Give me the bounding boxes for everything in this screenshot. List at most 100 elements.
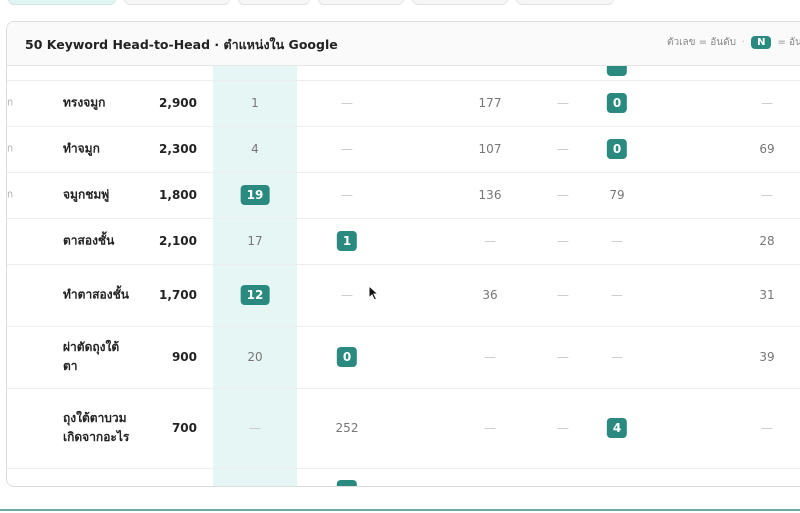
- bottom-divider: [0, 509, 800, 511]
- cell-rank-4-value: —: [557, 421, 569, 435]
- cell-rank-3: 136: [479, 188, 502, 202]
- tab[interactable]: [238, 0, 310, 5]
- cell-rank-2: —: [341, 188, 353, 202]
- cell-rank-4-value: —: [557, 142, 569, 156]
- legend-key-badge: N: [751, 36, 772, 49]
- table-row-partial: [7, 468, 800, 486]
- cell-rank-1: 20: [247, 350, 262, 364]
- cell-rank-5-value: 4: [606, 418, 628, 438]
- legend-separator: ·: [741, 37, 746, 48]
- cell-keyword: ถุงใต้ตาบวมเกิดจากอะไร: [63, 409, 133, 447]
- cell-rank-4: —: [557, 234, 569, 248]
- cell-rank-5: 0: [606, 139, 628, 159]
- cell-rank-1: 4: [251, 142, 259, 156]
- cell-rank-2-value: 1: [336, 231, 358, 251]
- cell-keyword: จมูกชมพู่: [63, 186, 133, 205]
- cell-rank-3: —: [484, 421, 496, 435]
- legend-key-text: = อันดับดีสุ: [777, 37, 800, 48]
- cell-rank-4: —: [557, 96, 569, 110]
- cell-rank-4: —: [557, 188, 569, 202]
- tab[interactable]: [412, 0, 508, 5]
- table-row[interactable]: ทำตาสองชั้น 1,700 12 — 36 — — 31: [7, 264, 800, 327]
- cell-rank-1: 19: [240, 185, 270, 205]
- tab[interactable]: [318, 0, 404, 5]
- table-row[interactable]: ถุงใต้ตาบวมเกิดจากอะไร 700 — 252 — — 4 —: [7, 388, 800, 469]
- cell-rank-6-value: —: [761, 96, 773, 110]
- card-header: 50 Keyword Head-to-Head · ตำแหน่งใน Goog…: [7, 22, 800, 66]
- cell-rank-1: 17: [247, 234, 262, 248]
- cell-volume-value: 1,800: [159, 188, 197, 202]
- cell-rank-2: —: [341, 288, 353, 302]
- cell-rank-3: —: [484, 350, 496, 364]
- cell-rank-6-value: 31: [759, 288, 775, 302]
- cell-rank-6-value: 28: [759, 234, 775, 248]
- cell-rank-4-value: —: [557, 188, 569, 202]
- cell-rank-5: —: [611, 288, 623, 302]
- tab[interactable]: [516, 0, 614, 5]
- cell-rank-4: —: [557, 142, 569, 156]
- tab-active[interactable]: [8, 0, 116, 5]
- cell-rank-1-value: 19: [240, 185, 270, 205]
- cell-rank-1-value: 17: [247, 234, 263, 248]
- cell-edge: ก: [7, 142, 13, 157]
- tab[interactable]: [124, 0, 230, 5]
- cell-rank-4-value: —: [557, 288, 569, 302]
- cell-volume: 2,900: [159, 96, 197, 110]
- cell-volume: 700: [172, 421, 197, 435]
- cell-volume-value: 2,100: [159, 234, 197, 248]
- cell-rank-5-value: 0: [606, 139, 628, 159]
- cell-keyword-value: ทรงจมูก: [63, 95, 106, 110]
- cell-rank-6: 39: [759, 350, 774, 364]
- cell-keyword-value: ตาสองชั้น: [63, 233, 115, 248]
- table-row[interactable]: ก จมูกชมพู่ 1,800 19 — 136 — 79 —: [7, 172, 800, 219]
- cell-rank-5: 4: [606, 418, 628, 438]
- cell-rank-5-value: 79: [609, 188, 625, 202]
- cell-edge-value: ก: [7, 97, 14, 109]
- cell-rank-4-value: —: [557, 234, 569, 248]
- cell-rank-3: 177: [479, 96, 502, 110]
- cell-keyword-value: จมูกชมพู่: [63, 187, 110, 202]
- mouse-pointer-icon: [368, 285, 380, 301]
- cell-rank-3: 36: [482, 288, 497, 302]
- cell-keyword: ตาสองชั้น: [63, 232, 133, 251]
- cell-rank-3-value: —: [484, 234, 496, 248]
- cell-rank-3-value: —: [484, 421, 496, 435]
- cell-rank-1: 12: [240, 285, 270, 305]
- cell-volume-value: 1,700: [159, 288, 197, 302]
- cell-rank-1: —: [249, 421, 261, 435]
- cell-rank-6: 31: [759, 288, 774, 302]
- cell-rank-5: —: [611, 350, 623, 364]
- top-tab-strip: [0, 0, 800, 8]
- cell-rank-6-value: 69: [759, 142, 775, 156]
- cell-rank-6: —: [761, 96, 773, 110]
- cell-rank-1-value: 1: [251, 96, 259, 110]
- table-row[interactable]: ก ทำจมูก 2,300 4 — 107 — 0 69: [7, 126, 800, 173]
- cell-rank-3: 107: [479, 142, 502, 156]
- cell-rank-2-value: —: [341, 288, 353, 302]
- table-row[interactable]: ผ่าตัดถุงใต้ตา 900 20 0 — — — 39: [7, 326, 800, 389]
- cell-keyword-value: ผ่าตัดถุงใต้ตา: [63, 340, 120, 373]
- cell-rank-6-value: 39: [759, 350, 775, 364]
- table-body[interactable]: กทรงจมูก 2,900 1—177—0— กทำจมูก 2,300 4—107—0…: [7, 66, 800, 486]
- cell-rank-5: 0: [606, 93, 628, 113]
- cell-rank-1-value: 20: [247, 350, 263, 364]
- cell-rank-2-value: —: [341, 142, 353, 156]
- cell-rank-3-value: 177: [478, 96, 502, 110]
- cell-keyword-value: ถุงใต้ตาบวมเกิดจากอะไร: [63, 411, 130, 444]
- cell-rank-3: —: [484, 234, 496, 248]
- cell-rank-1-value: 4: [251, 142, 259, 156]
- cell-keyword: ทรงจมูก: [63, 94, 133, 113]
- cell-rank-6: —: [761, 421, 773, 435]
- cell-rank: [336, 480, 358, 486]
- cell-keyword: ทำตาสองชั้น: [63, 286, 133, 305]
- cell-rank-2: 0: [336, 347, 358, 367]
- table-row[interactable]: ตาสองชั้น 2,100 17 1 — — — 28: [7, 218, 800, 265]
- cell-rank-3-value: 107: [478, 142, 502, 156]
- cell-volume: 2,300: [159, 142, 197, 156]
- cell-rank-2: —: [341, 142, 353, 156]
- cell-rank-5-value: —: [611, 234, 623, 248]
- table-row[interactable]: ก ทรงจมูก 2,900 1 — 177 — 0 —: [7, 80, 800, 127]
- cell-rank-2: 1: [336, 231, 358, 251]
- cell-rank-4: —: [557, 288, 569, 302]
- cell-volume: 900: [172, 350, 197, 364]
